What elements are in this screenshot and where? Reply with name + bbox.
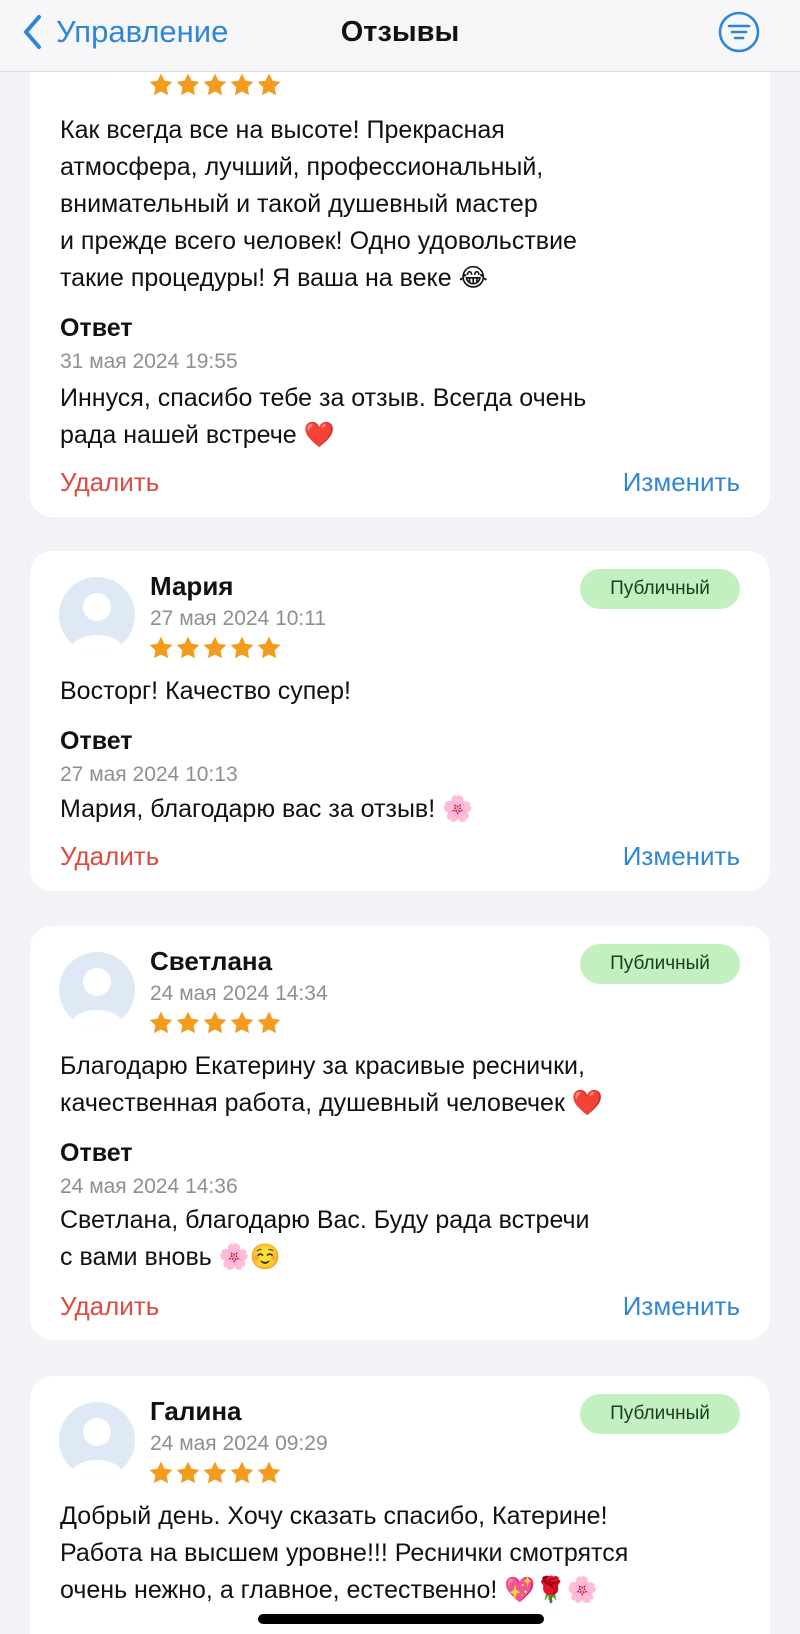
star-icon (230, 636, 254, 659)
reply-label: Ответ (60, 727, 133, 755)
star-icon (149, 636, 173, 659)
reply-text: Иннуся, спасибо тебе за отзыв. Всегда оч… (60, 384, 587, 449)
edit-button[interactable]: Изменить (623, 467, 740, 498)
reply-date: 31 мая 2024 19:55 (60, 350, 238, 373)
star-icon (203, 1461, 227, 1484)
review-card: Как всегда все на высоте! Прекрасная атм… (30, 0, 770, 517)
review-date: 24 мая 2024 09:29 (150, 1432, 328, 1455)
public-status-badge: Публичный (580, 1394, 740, 1434)
star-icon (257, 1011, 281, 1034)
star-icon (149, 1011, 173, 1034)
star-icon (203, 1011, 227, 1034)
delete-button[interactable]: Удалить (60, 841, 159, 872)
rating-stars (148, 635, 282, 661)
star-icon (203, 73, 227, 96)
reply-text: Мария, благодарю вас за отзыв! 🌸 (60, 795, 474, 823)
navigation-bar: Управление Отзывы (0, 0, 800, 72)
edit-button[interactable]: Изменить (623, 1291, 740, 1322)
reply-label: Ответ (60, 314, 133, 342)
star-icon (257, 1461, 281, 1484)
star-icon (257, 73, 281, 96)
review-date: 27 мая 2024 10:11 (150, 607, 327, 630)
review-text: Восторг! Качество супер! (60, 677, 352, 705)
public-status-badge: Публичный (580, 944, 740, 984)
author-name: Светлана (150, 946, 273, 976)
rating-stars (148, 1010, 282, 1036)
author-name: Мария (150, 571, 234, 601)
star-icon (176, 1461, 200, 1484)
public-status-badge: Публичный (580, 569, 740, 609)
star-icon (230, 1461, 254, 1484)
home-indicator (258, 1614, 544, 1624)
review-card: Галина 24 мая 2024 09:29 Публичный Добры… (30, 1376, 770, 1634)
star-icon (149, 1461, 173, 1484)
rating-stars (148, 1460, 282, 1486)
page-title: Отзывы (340, 16, 460, 48)
star-icon (176, 636, 200, 659)
reply-date: 27 мая 2024 10:13 (60, 763, 238, 786)
delete-button[interactable]: Удалить (60, 467, 159, 498)
avatar (59, 1402, 135, 1478)
review-text: Добрый день. Хочу сказать спасибо, Катер… (60, 1502, 629, 1604)
star-icon (176, 1011, 200, 1034)
reply-text: Светлана, благодарю Вас. Буду рада встре… (60, 1206, 590, 1271)
star-icon (257, 636, 281, 659)
reply-label: Ответ (60, 1139, 133, 1167)
edit-button[interactable]: Изменить (623, 841, 740, 872)
delete-button[interactable]: Удалить (60, 1291, 159, 1322)
avatar (59, 577, 135, 653)
star-icon (203, 636, 227, 659)
author-name: Галина (150, 1396, 242, 1426)
rating-stars (148, 72, 282, 98)
star-icon (230, 73, 254, 96)
review-card: Мария 27 мая 2024 10:11 Публичный Востор… (30, 551, 770, 891)
star-icon (230, 1011, 254, 1034)
review-card: Светлана 24 мая 2024 14:34 Публичный Бла… (30, 926, 770, 1340)
avatar (59, 952, 135, 1028)
star-icon (149, 73, 173, 96)
reply-date: 24 мая 2024 14:36 (60, 1175, 238, 1198)
filter-icon[interactable] (718, 11, 760, 53)
review-text: Благодарю Екатерину за красивые реснички… (60, 1052, 603, 1117)
review-date: 24 мая 2024 14:34 (150, 982, 328, 1005)
review-text: Как всегда все на высоте! Прекрасная атм… (60, 116, 577, 292)
star-icon (176, 73, 200, 96)
